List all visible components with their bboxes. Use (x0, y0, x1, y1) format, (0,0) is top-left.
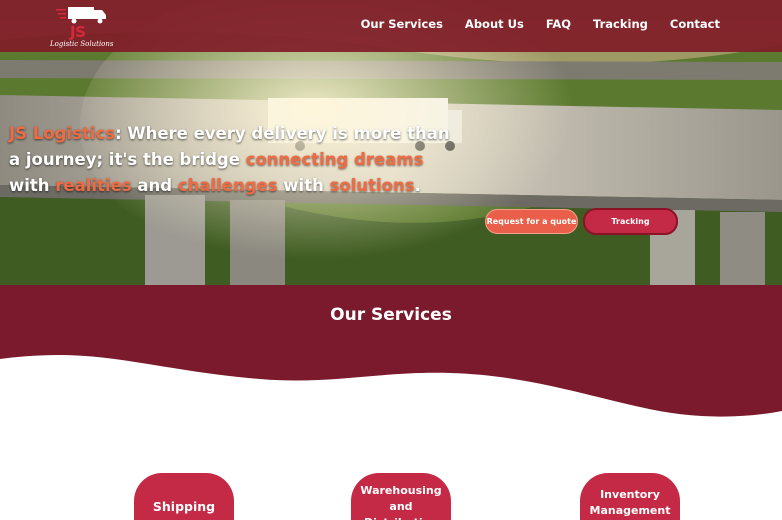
service-card-shipping[interactable]: Shipping (134, 473, 234, 520)
service-card-label: Inventory Management (589, 488, 671, 517)
hero-tagline-part: and (131, 176, 178, 195)
hero-brand-name: JS Logistics (9, 124, 116, 143)
nav-tracking[interactable]: Tracking (593, 17, 648, 31)
logo[interactable]: JS Logistic Solutions (50, 3, 114, 51)
hero-accent-text: solutions (329, 176, 415, 195)
hero-tagline-part: with (277, 176, 330, 195)
nav-contact[interactable]: Contact (670, 17, 720, 31)
hero-accent-text: connecting dreams (245, 150, 424, 169)
top-navbar: JS Logistic Solutions Our Services About… (0, 0, 782, 52)
nav-about-us[interactable]: About Us (465, 17, 524, 31)
service-card-inventory[interactable]: Inventory Management (580, 473, 680, 520)
logo-text: JS (70, 23, 86, 41)
hero-tagline-part: with (9, 176, 56, 195)
service-card-label: Shipping (152, 499, 216, 514)
hero-tagline: JS Logistics: Where every delivery is mo… (9, 121, 459, 199)
hero-accent-text: challenges (177, 176, 278, 195)
hero-tagline-part: . (414, 176, 421, 195)
logo-subtitle: Logistic Solutions (50, 40, 114, 48)
nav-our-services[interactable]: Our Services (361, 17, 443, 31)
hero-accent-text: realities (55, 176, 132, 195)
services-title: Our Services (330, 305, 452, 325)
tracking-button[interactable]: Tracking (583, 208, 678, 235)
nav-menu: Our Services About Us FAQ Tracking Conta… (361, 17, 720, 31)
services-section: Our Services Shipping Warehousing and Di… (0, 285, 782, 520)
request-quote-button[interactable]: Request for a quote (485, 209, 578, 234)
service-card-label: Warehousing and Distribution (360, 484, 442, 520)
service-card-warehousing[interactable]: Warehousing and Distribution (351, 473, 451, 520)
nav-faq[interactable]: FAQ (546, 17, 571, 31)
